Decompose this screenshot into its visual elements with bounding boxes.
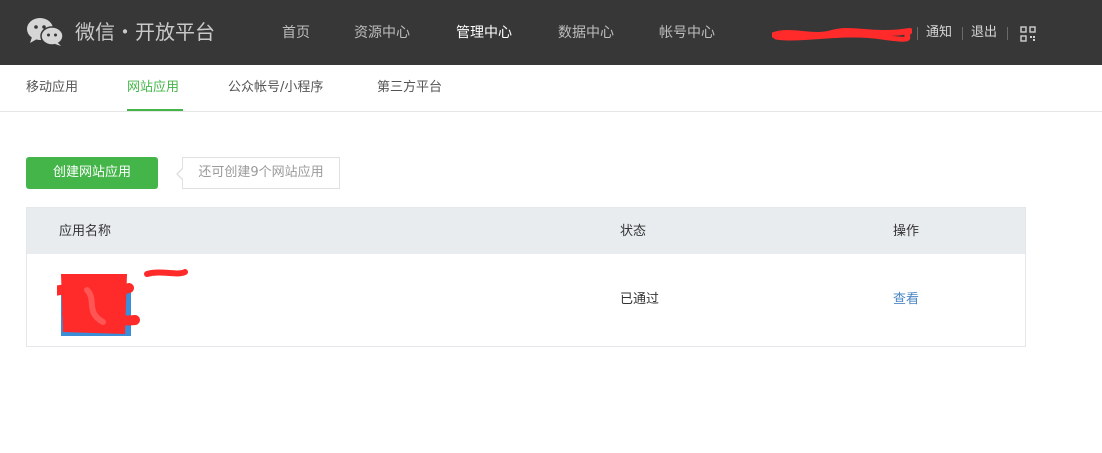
divider bbox=[962, 27, 963, 40]
tab-website-apps[interactable]: 网站应用 bbox=[127, 79, 179, 97]
top-header: 微信・开放平台 首页 资源中心 管理中心 数据中心 帐号中心 通知 退出 bbox=[0, 0, 1102, 65]
view-app-link[interactable]: 查看 bbox=[893, 291, 919, 309]
status-text: 已通过 bbox=[620, 292, 660, 307]
column-header-app-name: 应用名称 bbox=[59, 224, 112, 239]
notify-link[interactable]: 通知 bbox=[926, 24, 952, 42]
wechat-logo-icon[interactable] bbox=[26, 17, 64, 47]
nav-data-center[interactable]: 数据中心 bbox=[558, 24, 614, 42]
tab-mobile-apps[interactable]: 移动应用 bbox=[26, 79, 78, 97]
redacted-username[interactable] bbox=[772, 25, 912, 45]
divider bbox=[1007, 27, 1008, 40]
redacted-app-name bbox=[57, 269, 188, 336]
nav-account-center[interactable]: 帐号中心 bbox=[659, 24, 715, 42]
remaining-quota-tip: 还可创建9个网站应用 bbox=[176, 157, 340, 189]
divider bbox=[917, 27, 918, 40]
nav-home[interactable]: 首页 bbox=[282, 24, 310, 42]
brand-title[interactable]: 微信・开放平台 bbox=[75, 19, 215, 45]
logout-link[interactable]: 退出 bbox=[971, 24, 997, 42]
tab-third-party-platform[interactable]: 第三方平台 bbox=[377, 79, 442, 97]
nav-resource-center[interactable]: 资源中心 bbox=[354, 24, 410, 42]
table-row: 已通过 查看 bbox=[27, 254, 1025, 346]
sub-nav: 移动应用 网站应用 公众帐号/小程序 第三方平台 bbox=[0, 65, 1102, 112]
column-header-actions: 操作 bbox=[893, 224, 920, 239]
apps-table: 应用名称 状态 操作 已通过 查看 bbox=[26, 207, 1026, 347]
table-header: 应用名称 状态 操作 bbox=[27, 208, 1025, 254]
nav-management-center[interactable]: 管理中心 bbox=[456, 24, 512, 42]
create-website-app-button[interactable]: 创建网站应用 bbox=[26, 157, 158, 189]
tab-official-accounts-miniprograms[interactable]: 公众帐号/小程序 bbox=[228, 79, 323, 97]
qr-code-icon[interactable] bbox=[1020, 26, 1036, 42]
active-tab-indicator bbox=[127, 109, 183, 111]
column-header-status: 状态 bbox=[620, 224, 647, 239]
